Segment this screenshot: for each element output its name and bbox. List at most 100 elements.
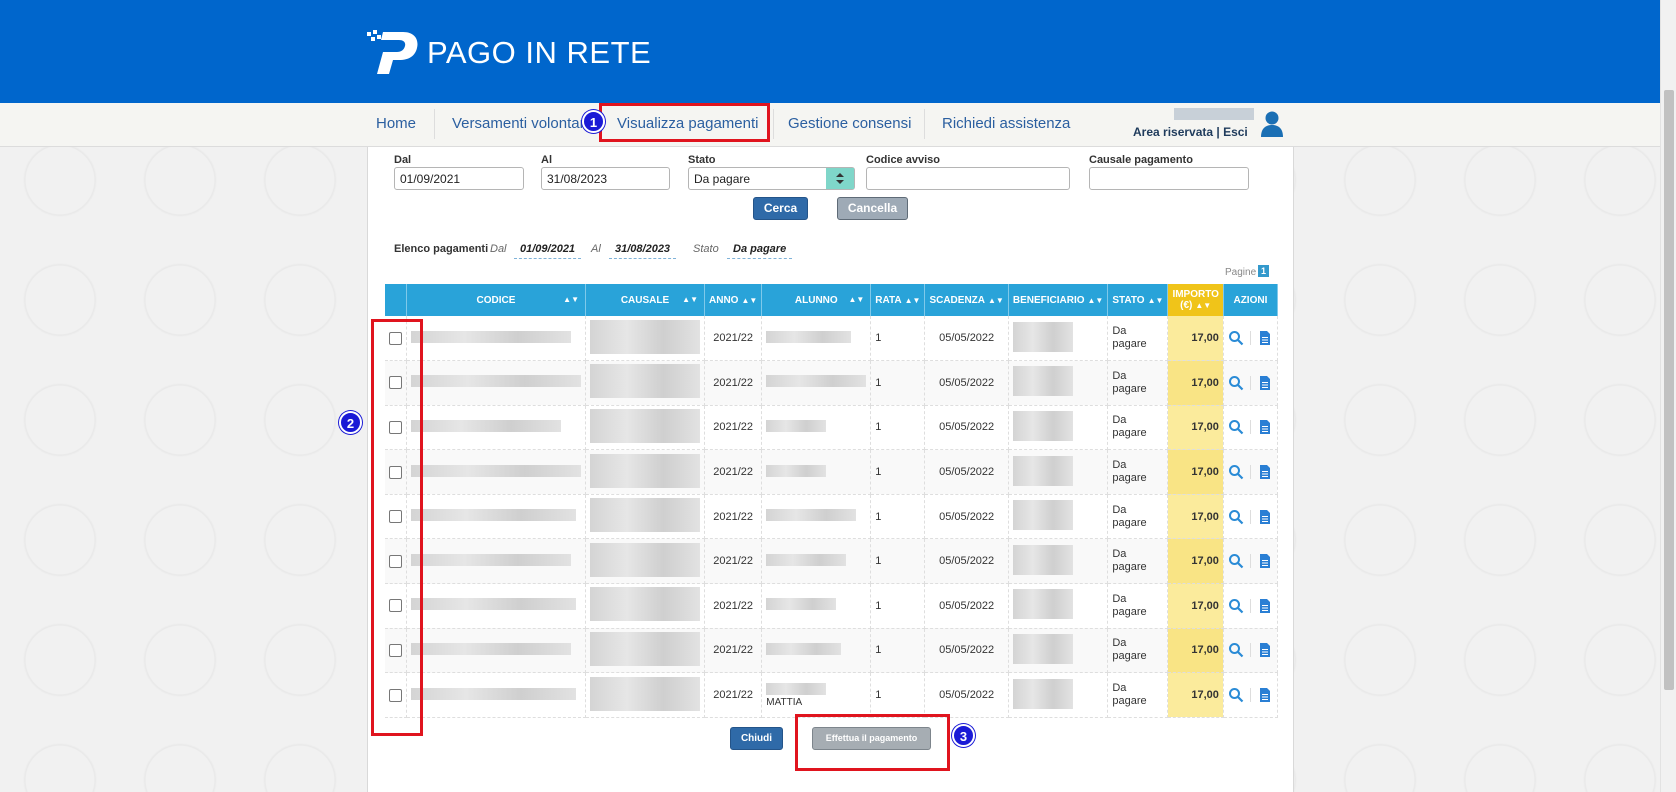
col-causale[interactable]: CAUSALE ▲▼: [585, 284, 705, 316]
col-codice[interactable]: CODICE ▲▼: [406, 284, 586, 316]
annotation-badge-2: 2: [339, 411, 362, 434]
user-icon[interactable]: [1260, 110, 1284, 138]
cancella-button[interactable]: Cancella: [837, 197, 908, 220]
pago-in-rete-logo[interactable]: PAGO IN RETE: [365, 28, 651, 78]
action-divider: [1249, 688, 1251, 703]
anno-cell: 2021/22: [704, 494, 763, 540]
table-row: 2021/22 1 05/05/2022 Da pagare 17,00: [385, 494, 1278, 540]
importo-cell: 17,00: [1167, 360, 1224, 406]
document-icon[interactable]: [1257, 553, 1273, 569]
scadenza-cell: 05/05/2022: [924, 405, 1009, 451]
annotation-badge-3: 3: [952, 724, 975, 747]
annotation-highlight-checkboxes: [371, 319, 423, 736]
alunno-redacted: [766, 330, 852, 343]
causale-input[interactable]: [1089, 167, 1249, 190]
codice-redacted: [411, 509, 576, 522]
codice-redacted: [411, 687, 576, 700]
causale-redacted: [590, 631, 700, 666]
page-scrollbar[interactable]: [1660, 0, 1676, 792]
beneficiario-cell: [1008, 405, 1109, 451]
nav-gestione-consensi[interactable]: Gestione consensi: [788, 115, 911, 132]
document-icon[interactable]: [1257, 375, 1273, 391]
beneficiario-redacted: [1012, 544, 1073, 575]
search-icon[interactable]: [1228, 419, 1244, 435]
chiudi-button[interactable]: Chiudi: [730, 727, 783, 750]
col-anno[interactable]: ANNO ▲▼: [704, 284, 763, 316]
sort-icon: ▲▼: [1087, 295, 1104, 305]
col-rata[interactable]: RATA ▲▼: [870, 284, 926, 316]
stato-select[interactable]: Da pagare: [688, 167, 855, 190]
nav-richiedi-assistenza[interactable]: Richiedi assistenza: [942, 115, 1070, 132]
beneficiario-cell: [1008, 538, 1109, 585]
search-icon[interactable]: [1228, 464, 1244, 480]
al-input[interactable]: 31/08/2023: [541, 167, 670, 190]
area-riservata-link[interactable]: Area riservata | Esci: [1133, 125, 1248, 139]
beneficiario-cell: [1008, 583, 1109, 629]
action-divider: [1249, 331, 1251, 346]
rata-cell: 1: [870, 316, 926, 362]
scadenza-cell: 05/05/2022: [924, 316, 1009, 362]
codice-cell: [406, 405, 586, 451]
scroll-thumb[interactable]: [1664, 90, 1674, 690]
search-icon[interactable]: [1228, 687, 1244, 703]
causale-cell: [585, 360, 705, 406]
alunno-cell: [761, 583, 872, 629]
pagine-label: Pagine: [1225, 267, 1257, 278]
rata-cell: 1: [870, 583, 926, 629]
search-icon[interactable]: [1228, 598, 1244, 614]
main-nav: Home Versamenti volontari Visualizza pag…: [0, 103, 1660, 147]
document-icon[interactable]: [1257, 687, 1273, 703]
al-label: Al: [541, 154, 552, 166]
azioni-cell: [1223, 672, 1278, 718]
anno-cell: 2021/22: [704, 672, 763, 718]
causale-redacted: [590, 319, 700, 354]
search-icon[interactable]: [1228, 553, 1244, 569]
cerca-button[interactable]: Cerca: [753, 197, 808, 220]
sort-icon: ▲▼: [1195, 301, 1212, 310]
col-stato[interactable]: STATO ▲▼: [1107, 284, 1169, 316]
causale-cell: [585, 449, 705, 495]
annotation-badge-1: 1: [582, 110, 605, 133]
stato-cell: Da pagare: [1107, 449, 1169, 495]
col-importo[interactable]: IMPORTO (€) ▲▼: [1167, 284, 1224, 316]
importo-cell: 17,00: [1167, 316, 1224, 362]
alunno-cell: [761, 494, 872, 540]
document-icon[interactable]: [1257, 464, 1273, 480]
causale-redacted: [590, 453, 700, 488]
col-alunno[interactable]: ALUNNO ▲▼: [761, 284, 872, 316]
stato-cell: Da pagare: [1107, 583, 1169, 629]
codice-avviso-input[interactable]: [866, 167, 1070, 190]
dal-input[interactable]: 01/09/2021: [394, 167, 524, 190]
table-row: 2021/22 1 05/05/2022 Da pagare 17,00: [385, 538, 1278, 585]
action-divider: [1249, 375, 1251, 390]
alunno-cell: [761, 316, 872, 362]
codice-cell: [406, 628, 586, 674]
search-icon[interactable]: [1228, 375, 1244, 391]
beneficiario-redacted: [1012, 500, 1073, 531]
causale-redacted: [590, 498, 700, 533]
document-icon[interactable]: [1257, 642, 1273, 658]
alunno-redacted: [766, 419, 827, 432]
page-1-link[interactable]: 1: [1258, 265, 1269, 277]
nav-divider: [924, 109, 925, 139]
col-beneficiario[interactable]: BENEFICIARIO ▲▼: [1008, 284, 1109, 316]
document-icon[interactable]: [1257, 598, 1273, 614]
scadenza-cell: 05/05/2022: [924, 538, 1009, 585]
search-icon[interactable]: [1228, 330, 1244, 346]
document-icon[interactable]: [1257, 509, 1273, 525]
importo-cell: 17,00: [1167, 449, 1224, 495]
document-icon[interactable]: [1257, 419, 1273, 435]
nav-home[interactable]: Home: [376, 115, 416, 132]
col-scadenza[interactable]: SCADENZA ▲▼: [924, 284, 1009, 316]
document-icon[interactable]: [1257, 330, 1273, 346]
stato-cell: Da pagare: [1107, 316, 1169, 362]
azioni-cell: [1223, 316, 1278, 362]
sort-icon: ▲▼: [988, 295, 1004, 305]
beneficiario-redacted: [1012, 678, 1073, 709]
anno-cell: 2021/22: [704, 583, 763, 629]
search-icon[interactable]: [1228, 509, 1244, 525]
rata-cell: 1: [870, 538, 926, 585]
search-icon[interactable]: [1228, 642, 1244, 658]
nav-versamenti-volontari[interactable]: Versamenti volontari: [452, 115, 588, 132]
anno-cell: 2021/22: [704, 628, 763, 674]
